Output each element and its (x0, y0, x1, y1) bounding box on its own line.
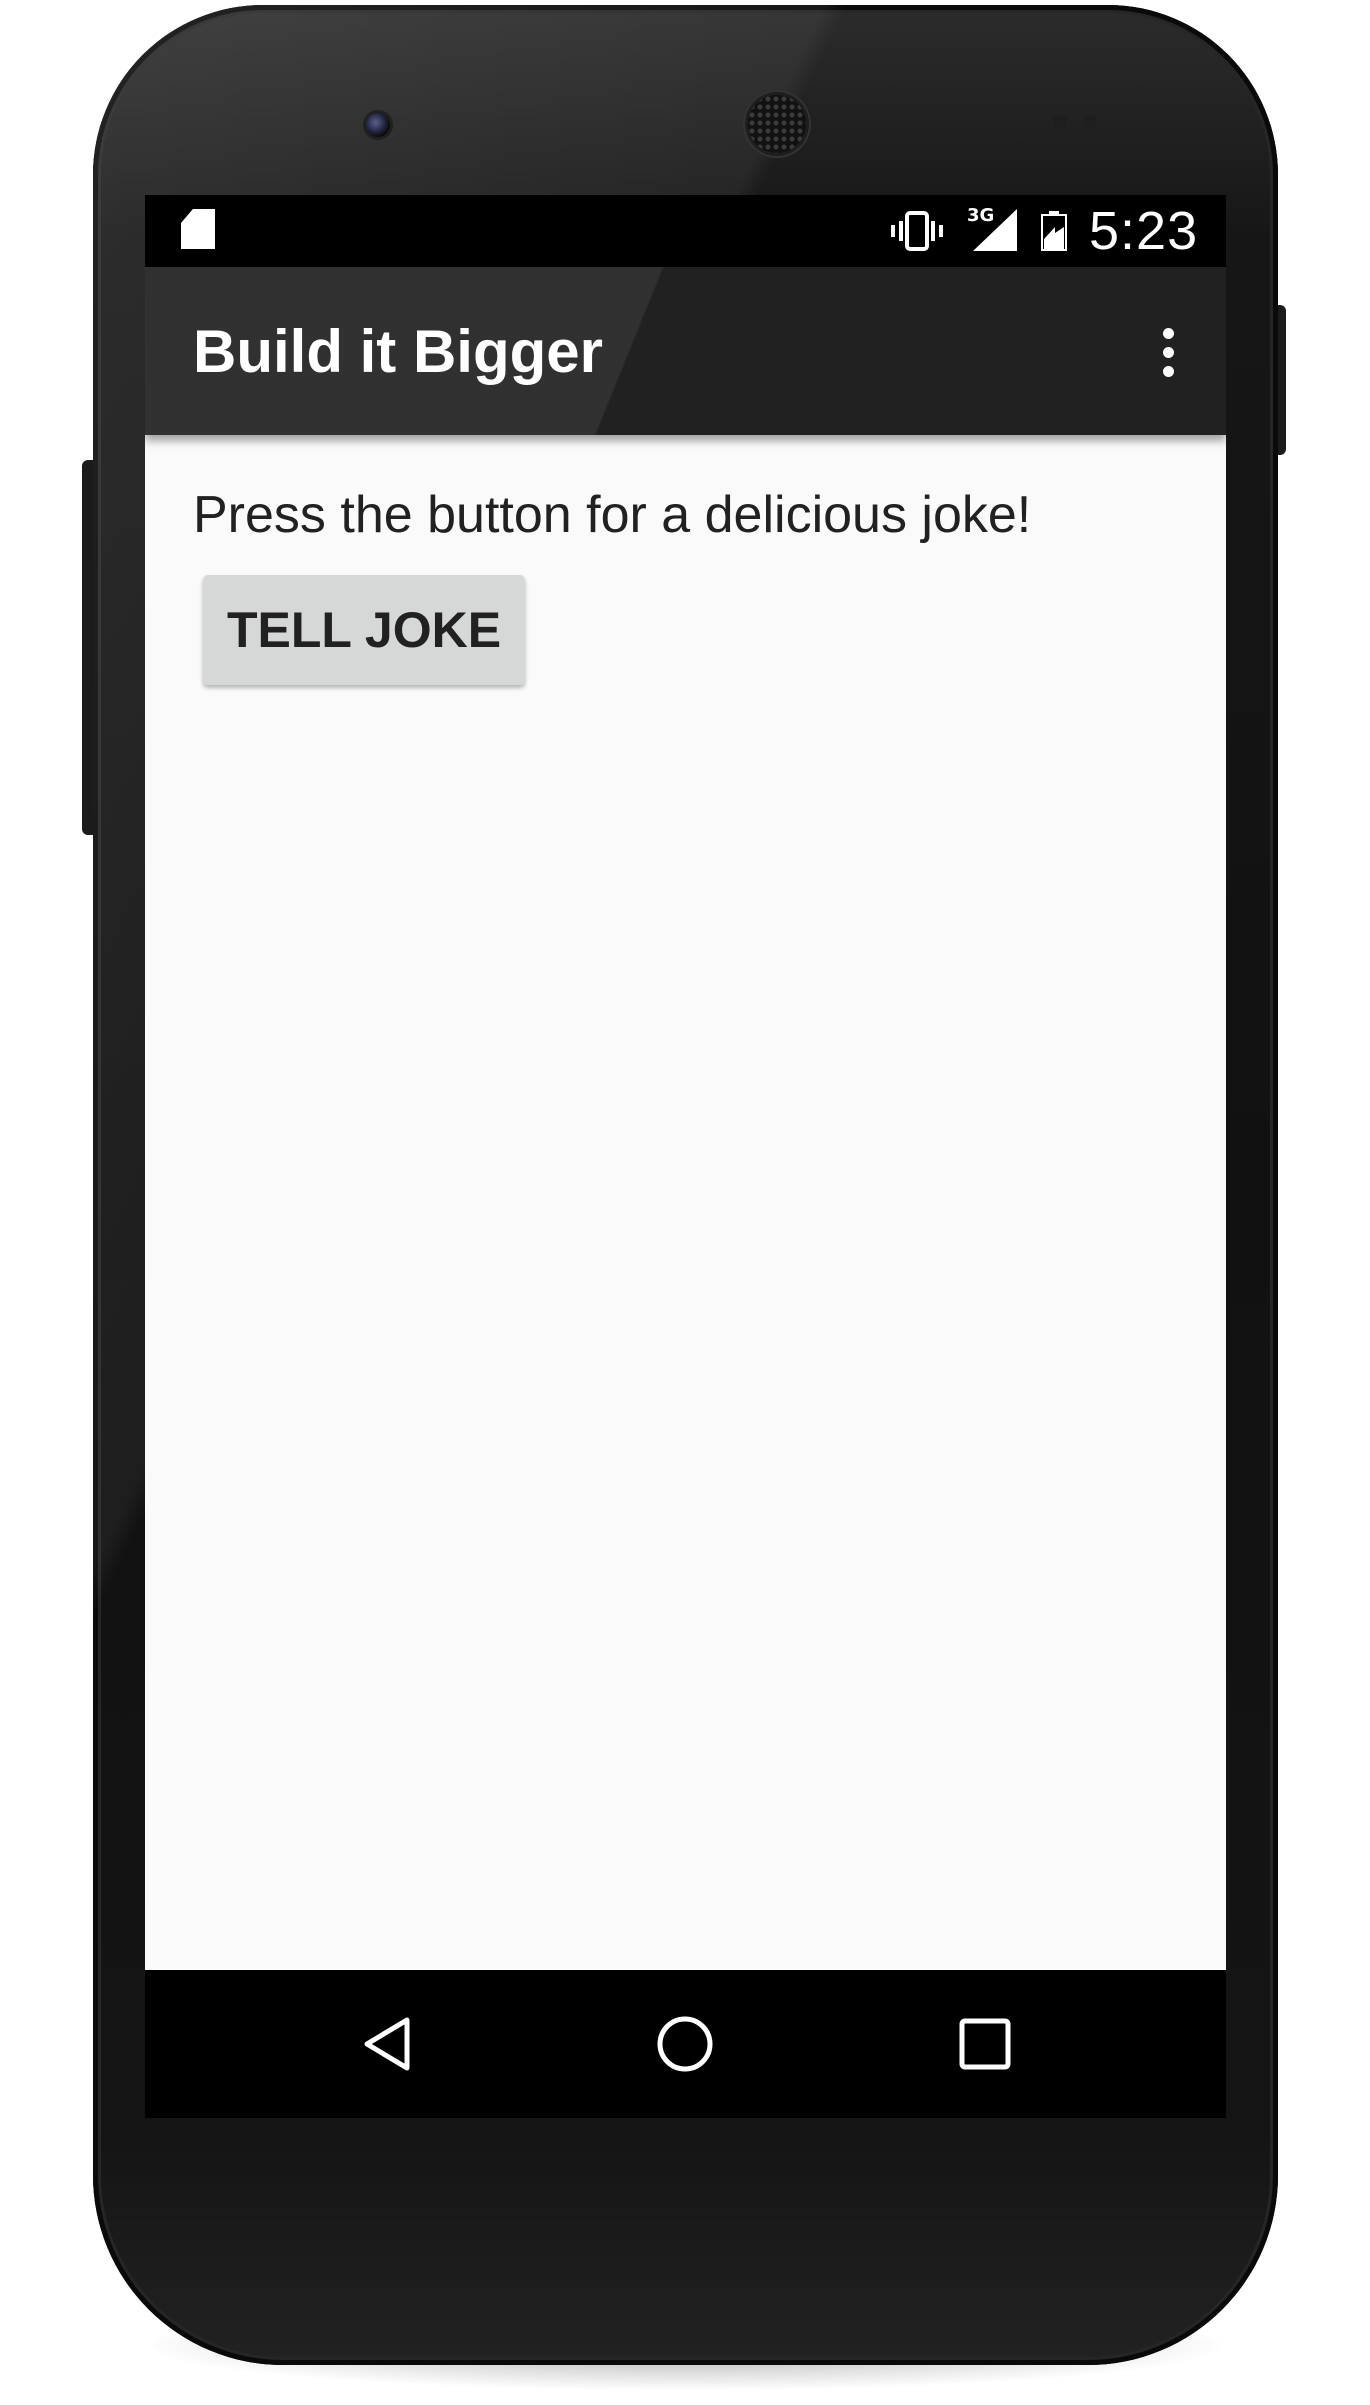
app-title: Build it Bigger (193, 318, 603, 385)
back-icon (364, 2017, 410, 2071)
light-sensor (1083, 115, 1097, 129)
back-button[interactable] (347, 2004, 427, 2084)
sd-card-icon (181, 209, 215, 249)
battery-icon (1041, 211, 1067, 251)
recents-button[interactable] (945, 2004, 1025, 2084)
signal-icon (973, 209, 1017, 251)
proximity-sensor (1053, 115, 1067, 129)
menu-dot (1162, 365, 1174, 377)
home-button[interactable] (645, 2004, 725, 2084)
tell-joke-button[interactable]: TELL JOKE (203, 575, 525, 685)
device-screen: 3G 5:23 Build it Bigger Press the button… (145, 195, 1226, 2118)
menu-dot (1162, 346, 1174, 358)
front-camera (366, 113, 390, 137)
vibrate-icon (891, 211, 943, 251)
more-vert-icon[interactable] (1140, 317, 1196, 387)
home-icon (657, 2016, 713, 2072)
app-bar: Build it Bigger (145, 267, 1226, 435)
status-clock: 5:23 (1089, 201, 1199, 261)
menu-dot (1162, 327, 1174, 339)
main-content: Press the button for a delicious joke! T… (145, 435, 1226, 1970)
recents-icon (959, 2018, 1011, 2070)
earpiece-speaker (748, 95, 806, 153)
status-bar: 3G 5:23 (145, 195, 1226, 267)
joke-prompt-text: Press the button for a delicious joke! (193, 486, 1032, 544)
navigation-bar (145, 1970, 1226, 2118)
